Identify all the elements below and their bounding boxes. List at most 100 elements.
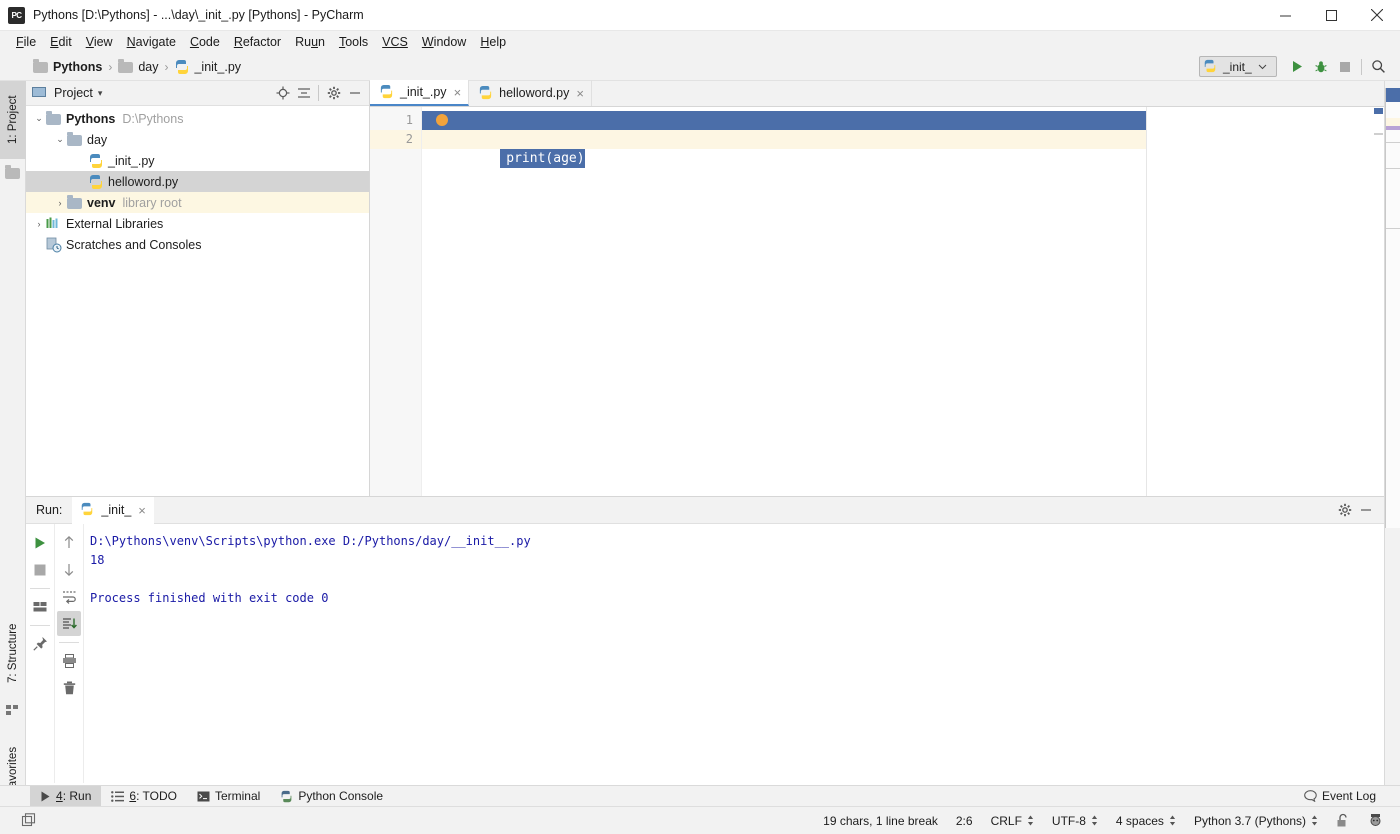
editor-tab-init-py[interactable]: _init_.py × [370, 80, 470, 106]
interpreter-selector[interactable]: Python 3.7 (Pythons) [1185, 812, 1327, 830]
menu-help[interactable]: Help [473, 33, 513, 51]
inspector-icon[interactable] [1359, 811, 1392, 830]
right-margin-guide [1146, 107, 1147, 496]
unlock-icon[interactable] [1327, 811, 1359, 830]
run-icon [40, 791, 51, 802]
code-editor[interactable]: age = 18 print(age) [422, 107, 1384, 496]
tree-item-path: D:\Pythons [122, 111, 184, 126]
tree-item-external-libraries[interactable]: › External Libraries [26, 213, 369, 234]
menu-file[interactable]: File [9, 33, 43, 51]
breadcrumb-label: Pythons [53, 59, 103, 74]
close-icon[interactable]: × [138, 504, 146, 517]
menu-navigate[interactable]: Navigate [120, 33, 183, 51]
bottom-tab-python-console[interactable]: Python Console [270, 786, 393, 807]
rerun-icon[interactable] [28, 530, 52, 555]
menu-run[interactable]: Ruuunn [288, 33, 332, 51]
editor-scrollbar[interactable] [1372, 107, 1384, 496]
updown-caret-icon [1091, 815, 1098, 826]
menu-tools[interactable]: Tools [332, 33, 375, 51]
hover-marker-icon[interactable] [436, 114, 448, 126]
indent-label: 4 spaces [1115, 813, 1164, 828]
print-icon[interactable] [57, 648, 81, 673]
line-separator-selector[interactable]: CRLF [982, 812, 1043, 830]
menu-edit[interactable]: Edit [43, 33, 79, 51]
breadcrumb-item-day[interactable]: day [115, 57, 161, 77]
down-icon[interactable] [57, 557, 81, 582]
menu-vcs[interactable]: VCS [375, 33, 415, 51]
up-icon[interactable] [57, 530, 81, 555]
sidebar-item-structure[interactable]: 7: Structure [0, 607, 26, 699]
chevron-down-icon[interactable]: ▾ [98, 88, 103, 99]
encoding-label: UTF-8 [1051, 813, 1086, 828]
chevron-right-icon[interactable]: › [32, 219, 46, 229]
tree-item-scratches-consoles[interactable]: Scratches and Consoles [26, 234, 369, 255]
maximize-button[interactable] [1308, 0, 1354, 31]
search-icon[interactable] [1366, 56, 1390, 78]
indent-selector[interactable]: 4 spaces [1107, 812, 1185, 830]
code-line-2[interactable]: print(age) [422, 130, 1146, 168]
divider [59, 642, 79, 643]
editor-gutter[interactable]: 1 2 [370, 107, 422, 496]
code-area: 1 2 age = 18 print(age) [370, 107, 1384, 496]
close-button[interactable] [1354, 0, 1400, 31]
menu-refactor[interactable]: Refactor [227, 33, 288, 51]
target-icon[interactable] [272, 83, 293, 104]
divider [30, 625, 50, 626]
console-line: 18 [90, 553, 105, 567]
gear-icon[interactable] [323, 83, 344, 104]
sidebar-project-label: 1: Project [7, 95, 19, 145]
updown-caret-icon [1311, 815, 1318, 826]
run-button[interactable] [1285, 56, 1309, 78]
soft-wrap-icon[interactable] [57, 584, 81, 609]
tree-item-helloword-py[interactable]: helloword.py [26, 171, 369, 192]
editor-tab-helloword-py[interactable]: helloword.py × [469, 80, 592, 106]
stop-button[interactable] [1333, 56, 1357, 78]
tree-item-init-py[interactable]: _init_.py [26, 150, 369, 171]
code-line-1[interactable]: age = 18 [422, 111, 1146, 147]
hide-icon[interactable] [1355, 500, 1376, 521]
line-number: 2 [370, 130, 421, 149]
tree-item-pythons[interactable]: ⌄ Pythons D:\Pythons [26, 108, 369, 129]
layout-icon[interactable] [28, 594, 52, 619]
encoding-selector[interactable]: UTF-8 [1043, 812, 1107, 830]
close-icon[interactable]: × [454, 86, 462, 99]
breadcrumb-item-init[interactable]: _init_.py [171, 57, 244, 77]
collapse-all-icon[interactable] [293, 83, 314, 104]
menu-window[interactable]: Window [415, 33, 473, 51]
caret-position[interactable]: 2:6 [947, 812, 982, 830]
project-title: Project [54, 86, 93, 100]
chevron-right-icon[interactable]: › [53, 198, 67, 208]
project-header-actions [272, 83, 365, 104]
event-log-button[interactable]: Event Log [1294, 786, 1386, 807]
breadcrumb-item-pythons[interactable]: Pythons [30, 57, 105, 77]
sidebar-item-project[interactable]: 1: Project [0, 81, 26, 159]
stop-icon[interactable] [28, 557, 52, 582]
window-icon[interactable] [12, 811, 46, 831]
minimize-button[interactable] [1262, 0, 1308, 31]
close-icon[interactable]: × [576, 87, 584, 100]
run-console-output[interactable]: D:\Pythons\venv\Scripts\python.exe D:/Py… [84, 524, 1384, 783]
tree-item-venv[interactable]: › venv library root [26, 192, 369, 213]
gear-icon[interactable] [1334, 500, 1355, 521]
toolbar-right: _init_ [1199, 56, 1400, 78]
background-window-sliver[interactable] [1385, 88, 1400, 528]
window-title: Pythons [D:\Pythons] - ...\day\_init_.py… [33, 8, 364, 22]
chevron-down-icon[interactable]: ⌄ [32, 113, 46, 124]
chevron-down-icon[interactable]: ⌄ [53, 134, 67, 145]
bottom-tool-bar: 4: Run 6: TODO Terminal Python Console E… [0, 785, 1400, 807]
bottom-tab-todo[interactable]: 6: TODO [101, 786, 187, 807]
run-configuration-selector[interactable]: _init_ [1199, 56, 1277, 77]
editor-area: _init_.py × helloword.py × 1 2 age = 18 [370, 80, 1384, 496]
bottom-tab-run[interactable]: 4: Run [30, 785, 102, 807]
bottom-tab-terminal[interactable]: Terminal [187, 786, 270, 807]
tree-item-day[interactable]: ⌄ day [26, 129, 369, 150]
run-tab-init[interactable]: _init_ × [72, 496, 154, 524]
menu-code[interactable]: Code [183, 33, 227, 51]
pin-icon[interactable] [28, 631, 52, 656]
scroll-to-end-icon[interactable] [57, 611, 81, 636]
debug-button[interactable] [1309, 56, 1333, 78]
menu-view[interactable]: View [79, 33, 120, 51]
hide-icon[interactable] [344, 83, 365, 104]
trash-icon[interactable] [57, 675, 81, 700]
